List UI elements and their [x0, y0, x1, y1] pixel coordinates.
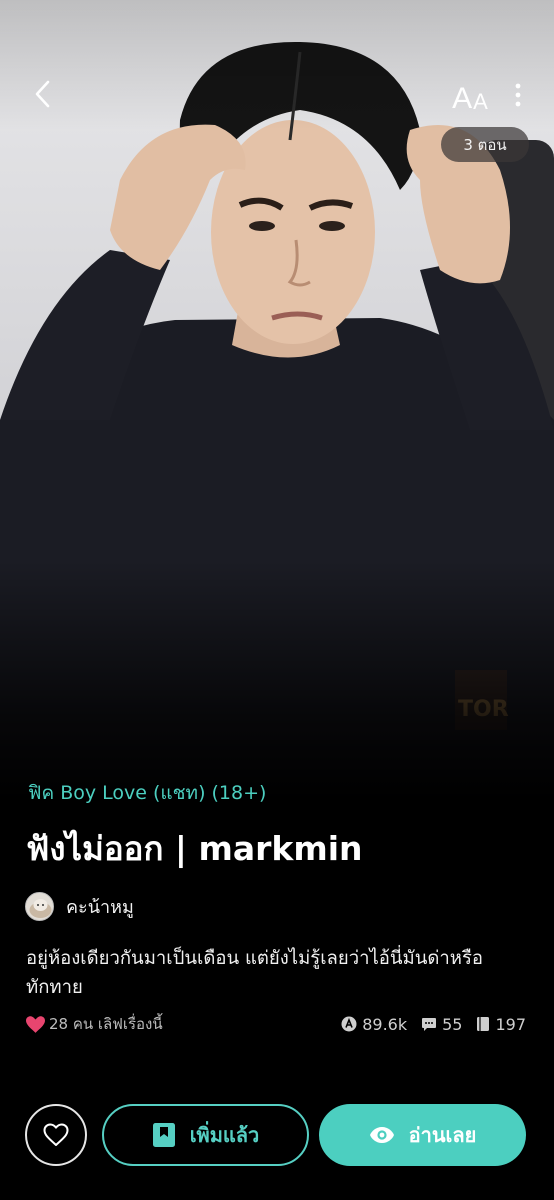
- author-avatar: [25, 891, 54, 921]
- bookmark-icon: [152, 1122, 176, 1148]
- read-label: อ่านเลย: [408, 1123, 477, 1147]
- more-vertical-icon: [515, 83, 521, 107]
- synopsis-line: อยู่ห้องเดียวกันมาเป็นเดือน แต่ยังไม่รู้…: [26, 948, 484, 969]
- cover-image: TOR: [0, 0, 554, 800]
- views-icon: [341, 1016, 357, 1032]
- font-size-button[interactable]: A A: [446, 76, 494, 114]
- book-icon: [477, 1017, 490, 1031]
- eye-icon: [369, 1126, 395, 1144]
- story-stats: 89.6k 55 197: [327, 1013, 526, 1035]
- comment-icon: [422, 1017, 437, 1031]
- comments-stat: 55: [421, 1015, 462, 1034]
- chapters-stat: 197: [476, 1015, 526, 1034]
- heart-icon: [26, 1015, 45, 1033]
- back-button[interactable]: [22, 74, 62, 114]
- episode-count-badge: 3 ตอน: [441, 127, 529, 162]
- read-now-button[interactable]: อ่านเลย: [319, 1104, 526, 1166]
- views-count: 89.6k: [362, 1014, 408, 1034]
- chapters-count: 197: [495, 1014, 526, 1034]
- story-category[interactable]: ฟิค Boy Love (แชท) (18+): [28, 778, 266, 808]
- more-options-button[interactable]: [504, 78, 532, 112]
- comments-count: 55: [442, 1014, 463, 1034]
- likes-text: 28 คน เลิฟเรื่องนี้: [49, 1015, 163, 1033]
- heart-outline-icon: [43, 1123, 69, 1146]
- story-title: ฟังไม่ออก | markmin: [26, 829, 363, 868]
- synopsis-line: ทักทาย: [26, 977, 83, 998]
- back-chevron-icon: [35, 80, 50, 108]
- author-link[interactable]: คะน้าหมู: [25, 891, 134, 921]
- added-label: เพิ่มแล้ว: [189, 1123, 260, 1147]
- likes-info: 28 คน เลิฟเรื่องนี้: [26, 1013, 163, 1035]
- views-stat: 89.6k: [341, 1015, 407, 1034]
- added-to-library-button[interactable]: เพิ่มแล้ว: [102, 1104, 309, 1166]
- font-size-large-glyph: A: [452, 82, 473, 115]
- font-size-small-glyph: A: [473, 89, 488, 114]
- author-name: คะน้าหมู: [66, 896, 134, 918]
- like-button[interactable]: [25, 1104, 87, 1166]
- story-synopsis: อยู่ห้องเดียวกันมาเป็นเดือน แต่ยังไม่รู้…: [26, 944, 526, 1002]
